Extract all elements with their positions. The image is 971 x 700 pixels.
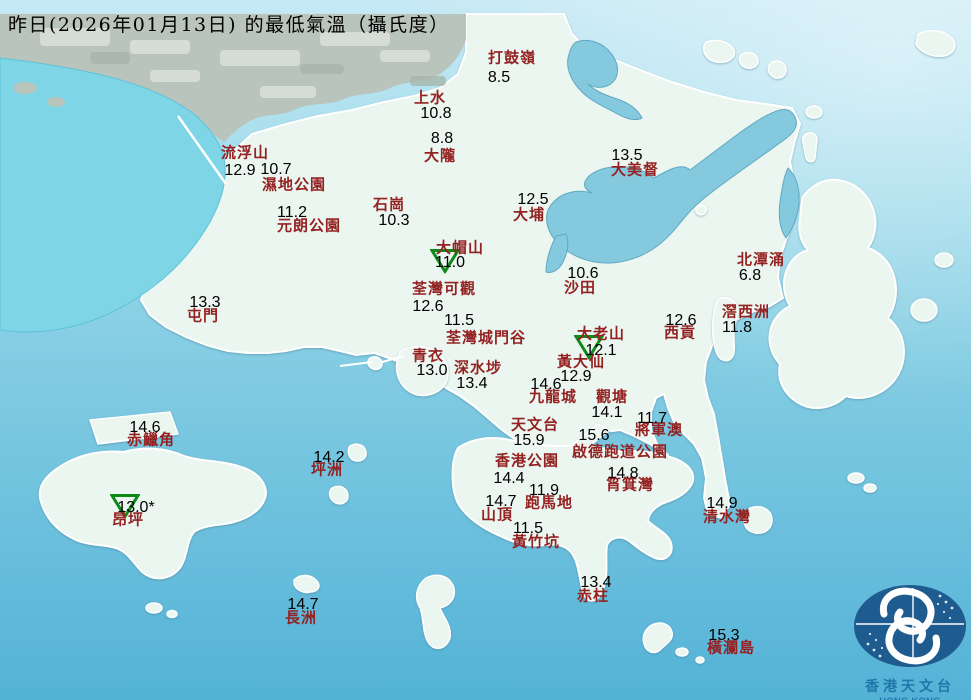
station-name: 大美督 [610, 160, 660, 179]
station-value: 11.8 [722, 319, 752, 336]
station-name: 深水埗 [453, 358, 503, 377]
observatory-logo-icon [854, 585, 966, 667]
station-name: 啟德跑道公園 [571, 442, 669, 461]
station-value: 10.6 [567, 265, 599, 282]
station-value: 14.6 [530, 376, 562, 393]
map-title: 昨日(2026年01月13日) 的最低氣溫（攝氏度） [8, 14, 450, 36]
station-name: 大隴 [423, 146, 457, 165]
station-value: 11.9 [529, 482, 559, 499]
station-name: 荃灣城門谷 [445, 328, 527, 347]
station-name: 上水 [413, 88, 447, 107]
station-value: 14.4 [493, 470, 525, 487]
station-value: 15.3 [708, 627, 740, 644]
logo-english-name: HONG KONG OBSERVATORY [848, 696, 971, 700]
station-value: 14.6 [129, 419, 161, 436]
station-value: 6.8 [738, 267, 762, 284]
station-value: 14.9 [706, 495, 738, 512]
station-value: 13.5 [611, 147, 643, 164]
station-value: 14.7 [485, 493, 517, 510]
station-name: 觀塘 [595, 387, 629, 406]
station-name: 濕地公園 [261, 175, 327, 194]
station-value: 12.6 [665, 312, 697, 329]
station-name: 荃灣可觀 [411, 279, 477, 298]
station-value: 12.9 [224, 162, 256, 179]
station-value: 15.6 [578, 427, 610, 444]
station-value: 14.8 [607, 465, 639, 482]
station-name: 滘西洲 [721, 302, 771, 321]
station-value: 12.5 [517, 191, 549, 208]
station-value: 13.0 [416, 362, 448, 379]
station-value: 8.5 [487, 69, 511, 86]
station-value: 11.2 [277, 204, 307, 221]
station-value: 11.0 [435, 254, 465, 271]
station-value: 13.3 [189, 294, 221, 311]
station-value: 8.8 [430, 130, 454, 147]
station-value: 14.2 [313, 449, 345, 466]
station-name: 沙田 [563, 278, 597, 297]
station-name: 大老山 [576, 324, 626, 343]
station-value: 11.5 [513, 520, 543, 537]
station-name: 打鼓嶺 [487, 48, 537, 67]
station-value: 10.7 [260, 161, 292, 178]
station-value: 14.1 [591, 404, 623, 421]
station-value: 12.9 [560, 368, 592, 385]
station-name: 石崗 [372, 195, 406, 214]
station-name: 香港公園 [494, 451, 560, 470]
station-labels-layer: 打鼓嶺 8.5 上水 10.8 大隴 8.8 流浮山 12.9 濕地公園 10.7 元朗公園 11.2… [0, 0, 971, 700]
hko-min-temp-map-page: 昨日(2026年01月13日) 的最低氣溫（攝氏度） 打鼓嶺 8.5 上水 10.8 大… [0, 0, 971, 700]
station-value: 13.4 [580, 574, 612, 591]
hko-logo: 香港天文台 HONG KONG OBSERVATORY [848, 583, 971, 700]
station-value: 12.6 [412, 298, 444, 315]
station-name: 流浮山 [220, 143, 270, 162]
station-value: 13.4 [456, 375, 488, 392]
station-name: 大埔 [512, 205, 546, 224]
station-value: 13.0* [117, 499, 155, 516]
logo-chinese-name: 香港天文台 [865, 679, 955, 695]
station-name: 天文台 [510, 415, 560, 434]
station-value: 11.7 [637, 410, 667, 427]
station-value: 14.7 [287, 596, 319, 613]
station-value: 15.9 [513, 432, 545, 449]
station-value: 11.5 [444, 312, 474, 329]
station-value: 10.3 [378, 212, 410, 229]
station-value: 10.8 [420, 105, 452, 122]
station-name: 北潭涌 [736, 250, 786, 269]
